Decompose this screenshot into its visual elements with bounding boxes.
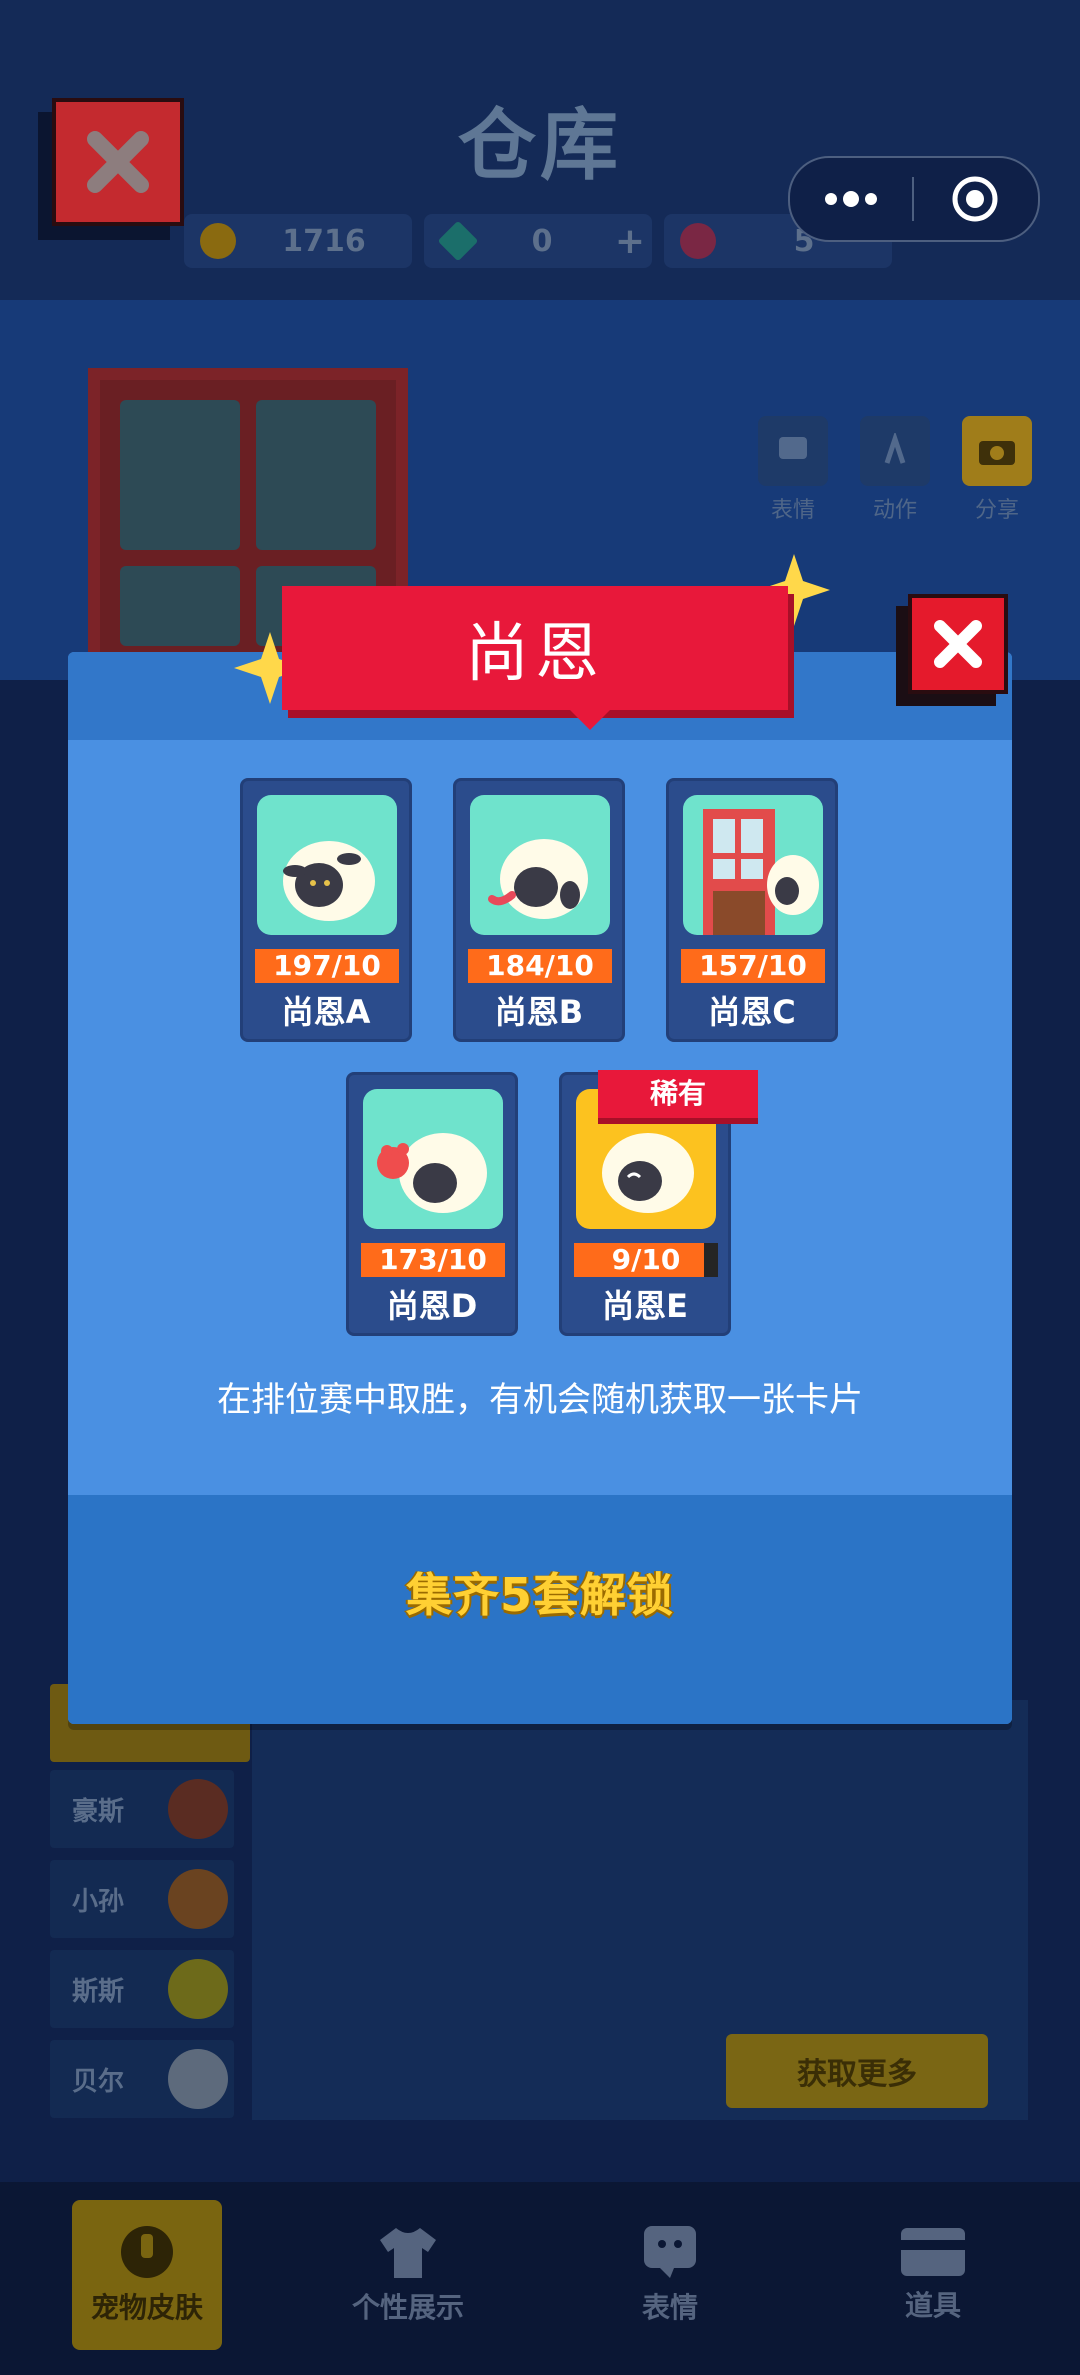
skin-card[interactable]: 173/10 尚恩D	[346, 1072, 518, 1336]
card-name: 尚恩B	[494, 993, 584, 1031]
share-action-label: 分享	[974, 498, 1019, 523]
card-name: 尚恩A	[281, 993, 371, 1031]
nav-tab-items[interactable]: 道具	[858, 2200, 1008, 2350]
card-count: 157/10	[681, 949, 825, 983]
target-icon	[952, 176, 998, 222]
card-count: 184/10	[468, 949, 612, 983]
exit-miniprogram-button[interactable]	[914, 158, 1036, 240]
miniprogram-capsule	[788, 156, 1040, 242]
pet-icon	[121, 2226, 173, 2278]
card-count: 197/10	[255, 949, 399, 983]
pet-list-item[interactable]: 豪斯	[50, 1770, 234, 1848]
door-sheep-icon	[703, 809, 819, 935]
coin-icon	[200, 223, 236, 259]
motion-action-button[interactable]	[860, 416, 930, 486]
more-dots-icon	[825, 191, 877, 207]
get-more-button[interactable]: 获取更多	[726, 2034, 988, 2108]
emoji-icon	[644, 2226, 696, 2278]
card-name: 尚恩D	[386, 1287, 478, 1325]
rare-badge: 稀有	[598, 1070, 758, 1118]
skin-card-image	[363, 1089, 503, 1229]
sheep-icon	[488, 839, 588, 919]
gem-counter: 0 +	[424, 214, 652, 268]
more-menu-button[interactable]	[790, 158, 912, 240]
gem-icon	[437, 220, 479, 262]
shirt-icon	[380, 2228, 436, 2278]
page-title: 仓库	[457, 101, 622, 191]
coin-counter: 1716	[184, 214, 412, 268]
card-count: 173/10	[361, 1243, 505, 1277]
card-name: 尚恩E	[602, 1287, 688, 1325]
page-close-button[interactable]	[52, 98, 184, 226]
skin-card-image	[257, 795, 397, 935]
modal-title: 尚恩	[465, 617, 605, 691]
close-icon	[934, 620, 982, 668]
emoji-action-button[interactable]	[758, 416, 828, 486]
hint-text: 在排位赛中取胜，有机会随机获取一张卡片	[217, 1380, 863, 1420]
nav-tab-pet-skin[interactable]: 宠物皮肤	[72, 2200, 222, 2350]
skin-card[interactable]: 197/10 尚恩A	[240, 778, 412, 1042]
action-icon	[884, 433, 906, 464]
monkey-avatar	[168, 1869, 228, 1929]
emoji-icon	[779, 437, 807, 459]
pet-list-item[interactable]: 小孙	[50, 1860, 234, 1938]
ticket-icon	[680, 223, 716, 259]
close-icon	[87, 131, 149, 193]
nav-tab-emoji[interactable]: 表情	[595, 2200, 745, 2350]
snake-avatar	[168, 1959, 228, 2019]
motion-action-label: 动作	[872, 498, 917, 523]
gem-value: 0	[531, 223, 553, 259]
card-count: 9/10	[574, 1243, 718, 1277]
card-name: 尚恩C	[708, 993, 796, 1031]
skin-card-image	[470, 795, 610, 935]
skin-card-image	[683, 795, 823, 935]
emoji-action-label: 表情	[770, 498, 815, 523]
sheep-icon	[377, 1133, 487, 1213]
nav-tab-profile[interactable]: 个性展示	[333, 2200, 483, 2350]
modal-title-ribbon: 尚恩	[282, 586, 788, 710]
cat-avatar	[168, 2049, 228, 2109]
ribbon-tail	[568, 708, 612, 730]
camera-icon	[979, 441, 1015, 465]
card-icon	[901, 2228, 965, 2276]
pet-list-item[interactable]: 斯斯	[50, 1950, 234, 2028]
sheep-icon	[283, 841, 375, 921]
modal-close-button[interactable]	[908, 594, 1008, 694]
share-action-button[interactable]	[962, 416, 1032, 486]
add-gem-button[interactable]: +	[608, 221, 652, 262]
unlock-requirement-text: 集齐5套解锁	[405, 1568, 674, 1622]
horse-avatar	[168, 1779, 228, 1839]
skin-card[interactable]: 157/10 尚恩C	[666, 778, 838, 1042]
pet-list-item[interactable]: 贝尔	[50, 2040, 234, 2118]
coin-value: 1716	[282, 223, 366, 259]
skin-card[interactable]: 184/10 尚恩B	[453, 778, 625, 1042]
